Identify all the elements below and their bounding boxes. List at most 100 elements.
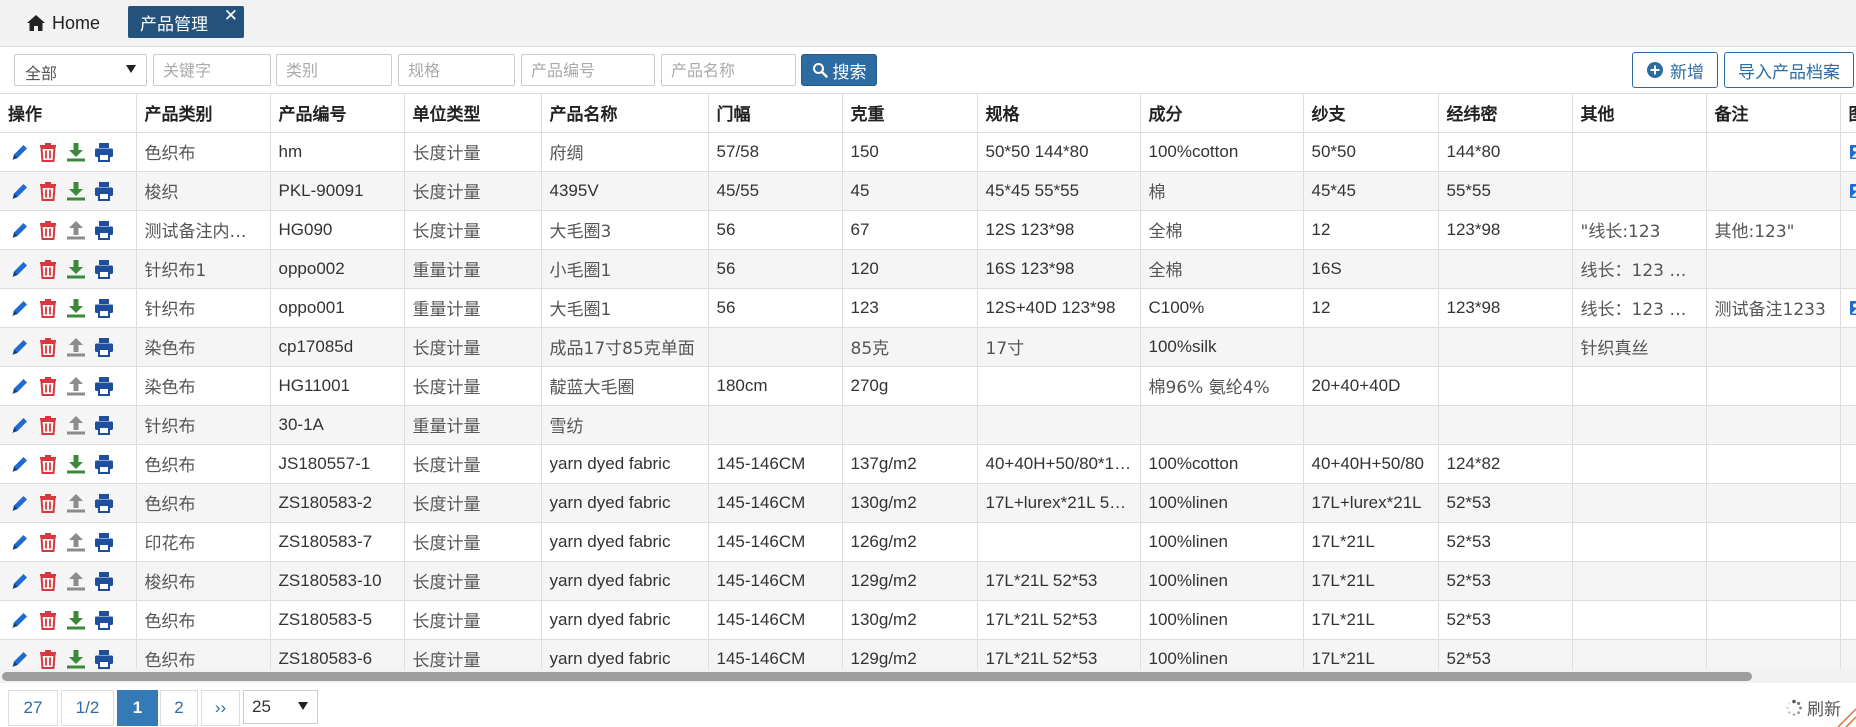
table-row[interactable]: 印花布 ZS180583-7 长度计量 yarn dyed fabric 145-146… xyxy=(0,522,1856,562)
image-icon[interactable] xyxy=(1849,142,1856,162)
search-button[interactable]: 搜索 xyxy=(801,54,877,86)
page-button-1[interactable]: 1 xyxy=(117,690,158,726)
add-button[interactable]: 新增 xyxy=(1632,52,1718,88)
column-header-width[interactable]: 门幅 xyxy=(708,94,843,133)
table-row[interactable]: 梭织 PKL-90091 长度计量 4395V 45/55 45 45*45 55*55 棉 4… xyxy=(0,171,1856,211)
print-icon[interactable] xyxy=(93,375,115,397)
print-icon[interactable] xyxy=(93,180,115,202)
upload-icon[interactable] xyxy=(65,531,87,553)
delete-icon[interactable] xyxy=(37,375,59,397)
scrollbar-thumb[interactable] xyxy=(2,672,1752,681)
upload-icon[interactable] xyxy=(65,414,87,436)
upload-icon[interactable] xyxy=(65,375,87,397)
table-row[interactable]: 色织布 JS180557-1 长度计量 yarn dyed fabric 145-146… xyxy=(0,444,1856,484)
print-icon[interactable] xyxy=(93,336,115,358)
upload-icon[interactable] xyxy=(65,219,87,241)
print-icon[interactable] xyxy=(93,531,115,553)
delete-icon[interactable] xyxy=(37,648,59,670)
table-row[interactable]: 色织布 ZS180583-5 长度计量 yarn dyed fabric 145-146… xyxy=(0,600,1856,640)
print-icon[interactable] xyxy=(93,258,115,280)
download-icon[interactable] xyxy=(65,180,87,202)
delete-icon[interactable] xyxy=(37,531,59,553)
download-icon[interactable] xyxy=(65,453,87,475)
column-header-image[interactable]: 图片 xyxy=(1840,94,1856,133)
download-icon[interactable] xyxy=(65,141,87,163)
column-header-note[interactable]: 备注 xyxy=(1706,94,1841,133)
delete-icon[interactable] xyxy=(37,258,59,280)
table-row[interactable]: 色织布 ZS180583-2 长度计量 yarn dyed fabric 145-146… xyxy=(0,483,1856,523)
product-code-input[interactable] xyxy=(521,54,655,86)
edit-icon[interactable] xyxy=(9,453,31,475)
upload-icon[interactable] xyxy=(65,336,87,358)
delete-icon[interactable] xyxy=(37,570,59,592)
import-button[interactable]: 导入产品档案 xyxy=(1724,52,1854,88)
print-icon[interactable] xyxy=(93,414,115,436)
tab-product-management[interactable]: 产品管理 ✕ xyxy=(128,6,244,38)
edit-icon[interactable] xyxy=(9,297,31,319)
upload-icon[interactable] xyxy=(65,492,87,514)
table-row[interactable]: 色织布 hm 长度计量 府绸 57/58 150 50*50 144*80 100%cotto… xyxy=(0,132,1856,172)
table-row[interactable]: 针织布 30-1A 重量计量 雪纺 xyxy=(0,405,1856,445)
product-name-input[interactable] xyxy=(661,54,796,86)
delete-icon[interactable] xyxy=(37,219,59,241)
edit-icon[interactable] xyxy=(9,336,31,358)
close-icon[interactable]: ✕ xyxy=(224,7,238,25)
edit-icon[interactable] xyxy=(9,375,31,397)
print-icon[interactable] xyxy=(93,453,115,475)
edit-icon[interactable] xyxy=(9,414,31,436)
column-header-category[interactable]: 产品类别 xyxy=(136,94,271,133)
edit-icon[interactable] xyxy=(9,648,31,670)
category-input[interactable] xyxy=(276,54,392,86)
column-header-yarn[interactable]: 纱支 xyxy=(1303,94,1439,133)
page-button-2[interactable]: 2 xyxy=(160,690,198,726)
horizontal-scrollbar[interactable] xyxy=(0,669,1856,683)
table-row[interactable]: 针织布1 oppo002 重量计量 小毛圈1 56 120 16S 123*98 全棉 16S 线… xyxy=(0,249,1856,289)
delete-icon[interactable] xyxy=(37,453,59,475)
edit-icon[interactable] xyxy=(9,219,31,241)
next-page-button[interactable]: ›› xyxy=(201,690,240,726)
print-icon[interactable] xyxy=(93,609,115,631)
upload-icon[interactable] xyxy=(65,570,87,592)
delete-icon[interactable] xyxy=(37,414,59,436)
print-icon[interactable] xyxy=(93,219,115,241)
table-row[interactable]: 色织布 ZS180583-6 长度计量 yarn dyed fabric 145-146… xyxy=(0,639,1856,669)
edit-icon[interactable] xyxy=(9,609,31,631)
refresh-button[interactable]: 刷新 xyxy=(1785,695,1841,720)
column-header-composition[interactable]: 成分 xyxy=(1140,94,1304,133)
download-icon[interactable] xyxy=(65,258,87,280)
spec-input[interactable] xyxy=(398,54,515,86)
edit-icon[interactable] xyxy=(9,492,31,514)
column-header-ops[interactable]: 操作 xyxy=(0,94,137,133)
edit-icon[interactable] xyxy=(9,531,31,553)
download-icon[interactable] xyxy=(65,609,87,631)
page-size-select[interactable]: 25 xyxy=(243,690,318,724)
delete-icon[interactable] xyxy=(37,492,59,514)
scope-select[interactable]: 全部 xyxy=(14,54,147,86)
print-icon[interactable] xyxy=(93,570,115,592)
tab-home[interactable]: Home xyxy=(26,8,100,38)
print-icon[interactable] xyxy=(93,141,115,163)
delete-icon[interactable] xyxy=(37,141,59,163)
download-icon[interactable] xyxy=(65,297,87,319)
edit-icon[interactable] xyxy=(9,180,31,202)
delete-icon[interactable] xyxy=(37,297,59,319)
edit-icon[interactable] xyxy=(9,141,31,163)
table-row[interactable]: 测试备注内容长度 HG090 长度计量 大毛圈3 56 67 12S 123*98 全棉 12 1… xyxy=(0,210,1856,250)
column-header-name[interactable]: 产品名称 xyxy=(541,94,709,133)
edit-icon[interactable] xyxy=(9,570,31,592)
column-header-spec[interactable]: 规格 xyxy=(977,94,1141,133)
print-icon[interactable] xyxy=(93,492,115,514)
table-row[interactable]: 针织布 oppo001 重量计量 大毛圈1 56 123 12S+40D 123*98 C10… xyxy=(0,288,1856,328)
delete-icon[interactable] xyxy=(37,180,59,202)
table-row[interactable]: 梭织布 ZS180583-10 长度计量 yarn dyed fabric 145-14… xyxy=(0,561,1856,601)
download-icon[interactable] xyxy=(65,648,87,670)
column-header-other[interactable]: 其他 xyxy=(1572,94,1707,133)
print-icon[interactable] xyxy=(93,297,115,319)
edit-icon[interactable] xyxy=(9,258,31,280)
image-icon[interactable] xyxy=(1849,298,1856,318)
column-header-density[interactable]: 经纬密 xyxy=(1438,94,1573,133)
print-icon[interactable] xyxy=(93,648,115,670)
image-icon[interactable] xyxy=(1849,181,1856,201)
keyword-input[interactable] xyxy=(153,54,271,86)
column-header-weight[interactable]: 克重 xyxy=(842,94,978,133)
